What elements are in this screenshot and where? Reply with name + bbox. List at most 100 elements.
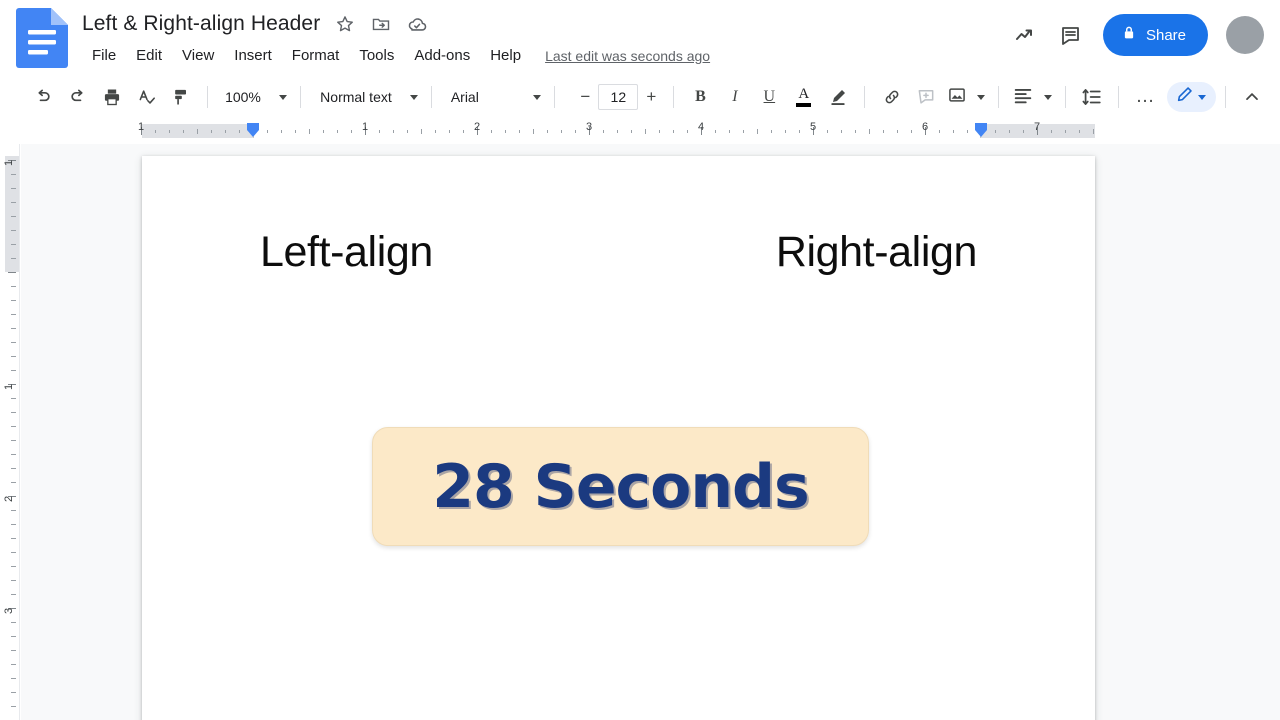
- title-row: Left & Right-align Header: [82, 12, 428, 36]
- saved-to-drive-cloud-icon[interactable]: [406, 13, 428, 35]
- menu-item-view[interactable]: View: [172, 45, 224, 66]
- move-to-folder-icon[interactable]: [370, 13, 392, 35]
- font-size-stepper: − 12 +: [572, 84, 664, 110]
- ruler-tick: [645, 129, 646, 134]
- paint-format-icon[interactable]: [167, 82, 195, 112]
- ruler-tick: [11, 412, 16, 413]
- toolbar-divider: [1224, 86, 1226, 108]
- toolbar-divider: [554, 86, 556, 108]
- font-size-input[interactable]: 12: [598, 84, 639, 110]
- bold-button[interactable]: B: [686, 82, 714, 112]
- share-button[interactable]: Share: [1102, 14, 1208, 56]
- zoom-select[interactable]: 100%: [221, 82, 291, 112]
- menu-item-file[interactable]: File: [82, 45, 126, 66]
- last-edit-status[interactable]: Last edit was seconds ago: [545, 48, 710, 64]
- ruler-tick: [11, 622, 16, 623]
- ruler-tick: [11, 538, 16, 539]
- ruler-tick: [1065, 130, 1066, 133]
- star-icon[interactable]: [334, 13, 356, 35]
- ruler-tick: [519, 130, 520, 133]
- line-spacing-icon[interactable]: [1078, 82, 1106, 112]
- ruler-tick: [11, 594, 16, 595]
- spellcheck-icon[interactable]: [132, 82, 160, 112]
- insert-image-select[interactable]: [943, 82, 989, 112]
- ruler-tick: [841, 130, 842, 133]
- toolbar-divider: [1065, 86, 1066, 108]
- ruler-number: 3: [585, 121, 593, 133]
- ruler-tick: [631, 130, 632, 133]
- redo-icon[interactable]: [63, 82, 91, 112]
- link-icon[interactable]: [877, 82, 905, 112]
- ruler-tick: [1009, 130, 1010, 133]
- font-size-increase-button[interactable]: +: [638, 84, 664, 110]
- ruler-tick: [11, 440, 16, 441]
- italic-button[interactable]: I: [721, 82, 749, 112]
- menu-item-edit[interactable]: Edit: [126, 45, 172, 66]
- ruler-tick: [1093, 129, 1094, 134]
- ruler-tick: [11, 636, 16, 637]
- underline-button[interactable]: U: [755, 82, 783, 112]
- font-family-select[interactable]: Arial: [447, 82, 546, 112]
- ruler-tick: [11, 552, 16, 553]
- ruler-tick: [11, 314, 16, 315]
- horizontal-ruler[interactable]: 1 1 2 3 4 5 6 7: [0, 118, 1280, 144]
- text-color-letter: A: [798, 86, 810, 102]
- print-icon[interactable]: [98, 82, 126, 112]
- timer-badge-label: 28 Seconds: [432, 451, 809, 522]
- ruler-number: 7: [1033, 121, 1041, 133]
- highlight-pen-icon[interactable]: [824, 82, 852, 112]
- left-indent-marker[interactable]: [246, 122, 260, 138]
- header-paragraph[interactable]: Left-align Right-align: [260, 228, 977, 277]
- ruler-tick: [1051, 130, 1052, 133]
- comment-history-icon[interactable]: [1057, 21, 1085, 49]
- ruler-tick: [883, 130, 884, 133]
- ruler-number: 6: [921, 121, 929, 133]
- ruler-tick: [939, 130, 940, 133]
- ruler-tick: [491, 130, 492, 133]
- ruler-tick: [407, 130, 408, 133]
- ruler-tick: [757, 129, 758, 134]
- ruler-tick: [911, 130, 912, 133]
- ruler-number: 1: [3, 383, 15, 390]
- ruler-tick: [687, 130, 688, 133]
- ruler-number: 3: [3, 607, 15, 614]
- font-size-decrease-button[interactable]: −: [572, 84, 598, 110]
- collapse-toolbar-button[interactable]: [1238, 82, 1266, 112]
- ruler-tick: [281, 130, 282, 133]
- ruler-tick: [11, 664, 16, 665]
- ruler-tick: [351, 130, 352, 133]
- menu-item-help[interactable]: Help: [480, 45, 531, 66]
- menu-item-format[interactable]: Format: [282, 45, 350, 66]
- editing-mode-select[interactable]: [1166, 82, 1216, 112]
- menu-item-insert[interactable]: Insert: [224, 45, 282, 66]
- ruler-tick: [11, 342, 16, 343]
- user-avatar[interactable]: [1226, 16, 1264, 54]
- menu-item-tools[interactable]: Tools: [349, 45, 404, 66]
- page-title[interactable]: Left & Right-align Header: [82, 12, 320, 36]
- ruler-tick: [11, 244, 16, 245]
- ruler-tick: [659, 130, 660, 133]
- ruler-tick: [11, 692, 16, 693]
- ruler-tick: [211, 130, 212, 133]
- chevron-down-icon: [1044, 94, 1053, 100]
- paragraph-style-select[interactable]: Normal text: [316, 82, 422, 112]
- ruler-tick: [533, 129, 534, 134]
- google-docs-window: Left & Right-align Header File Edit View…: [0, 0, 1280, 720]
- align-select[interactable]: [1008, 82, 1056, 112]
- vertical-ruler[interactable]: 11234: [0, 144, 20, 720]
- add-comment-icon[interactable]: [912, 82, 940, 112]
- ruler-tick: [729, 130, 730, 133]
- right-indent-marker[interactable]: [974, 122, 988, 138]
- docs-file-icon[interactable]: [16, 8, 68, 68]
- ruler-tick: [197, 129, 198, 134]
- text-color-button[interactable]: A: [790, 82, 818, 112]
- ruler-tick: [463, 130, 464, 133]
- ruler-number: 1: [137, 121, 145, 133]
- menu-item-addons[interactable]: Add-ons: [404, 45, 480, 66]
- more-options-button[interactable]: …: [1131, 82, 1159, 112]
- ruler-tick: [953, 130, 954, 133]
- ruler-tick: [435, 130, 436, 133]
- activity-dashboard-icon[interactable]: [1011, 21, 1039, 49]
- ruler-tick: [547, 130, 548, 133]
- undo-icon[interactable]: [29, 82, 57, 112]
